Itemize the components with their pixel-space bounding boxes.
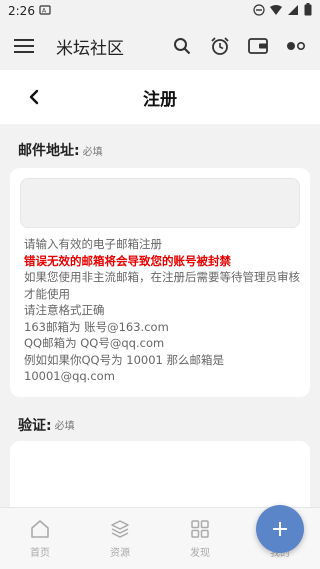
verify-label-text: 验证: bbox=[18, 417, 52, 434]
hint-line: 请注意格式正确 bbox=[24, 303, 105, 317]
email-label: 邮件地址: 必填 bbox=[0, 124, 320, 164]
back-arrow-icon[interactable] bbox=[22, 85, 46, 109]
app-bar: 米坛社区 bbox=[0, 22, 320, 70]
hint-line: QQ邮箱为 QQ号@qq.com bbox=[24, 336, 165, 350]
page-header: 注册 bbox=[0, 70, 320, 124]
wifi-icon bbox=[270, 4, 282, 19]
grid-icon bbox=[189, 518, 211, 540]
email-required-tag: 必填 bbox=[82, 146, 103, 158]
alarm-clock-icon[interactable] bbox=[208, 34, 232, 58]
layers-icon bbox=[109, 518, 131, 540]
search-icon[interactable] bbox=[170, 34, 194, 58]
nav-label: 发现 bbox=[190, 548, 210, 559]
notification-icon: A bbox=[39, 4, 51, 19]
add-fab-button[interactable] bbox=[256, 505, 304, 553]
hint-line: 163邮箱为 账号@163.com bbox=[24, 319, 169, 334]
more-dots-icon[interactable] bbox=[284, 34, 308, 58]
hint-line: 例如如果你QQ号为 10001 那么邮箱是 10001@qq.com bbox=[24, 352, 224, 384]
nav-item-home[interactable]: 首页 bbox=[8, 518, 72, 559]
verify-label: 验证: 必填 bbox=[0, 397, 320, 437]
email-label-text: 邮件地址: bbox=[18, 143, 80, 159]
nav-item-resources[interactable]: 资源 bbox=[88, 518, 152, 559]
menu-icon[interactable] bbox=[12, 34, 36, 58]
plus-icon bbox=[273, 522, 287, 536]
wallet-icon[interactable] bbox=[246, 34, 270, 58]
nav-item-discover[interactable]: 发现 bbox=[168, 518, 232, 559]
nav-label: 资源 bbox=[110, 548, 130, 559]
hint-line: 请输入有效的电子邮箱注册 bbox=[24, 237, 162, 251]
page-title: 注册 bbox=[143, 89, 177, 110]
email-card: 请输入有效的电子邮箱注册 错误无效的邮箱将会导致您的账号被封禁 如果您使用非主流… bbox=[10, 168, 310, 397]
status-time: 2:26 bbox=[8, 4, 35, 18]
verify-required-tag: 必填 bbox=[54, 421, 75, 432]
status-bar: 2:26 A bbox=[0, 0, 320, 22]
email-input[interactable] bbox=[20, 178, 300, 228]
hint-warning: 错误无效的邮箱将会导致您的账号被封禁 bbox=[24, 253, 231, 268]
home-icon bbox=[29, 518, 51, 540]
dnd-icon bbox=[253, 3, 265, 19]
app-title: 米坛社区 bbox=[56, 38, 124, 59]
battery-icon bbox=[304, 3, 312, 19]
hint-line: 如果您使用非主流邮箱，在注册后需要等待管理员审核才能使用 bbox=[24, 270, 300, 301]
signal-icon bbox=[287, 4, 299, 19]
email-hints: 请输入有效的电子邮箱注册 错误无效的邮箱将会导致您的账号被封禁 如果您使用非主流… bbox=[20, 236, 300, 385]
nav-label: 首页 bbox=[30, 548, 50, 559]
